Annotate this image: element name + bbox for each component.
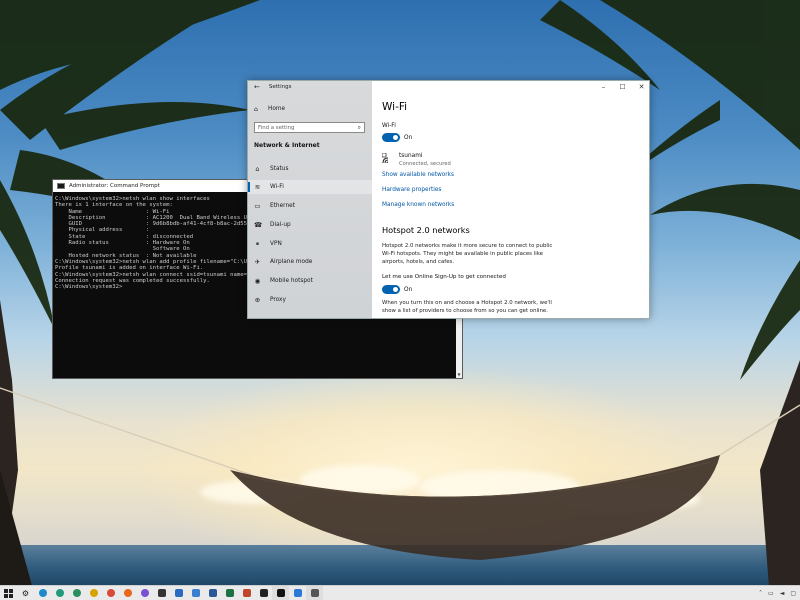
manage-known-networks-link[interactable]: Manage known networks bbox=[382, 202, 454, 208]
sidebar-item-label: Mobile hotspot bbox=[270, 278, 313, 284]
scroll-down-arrow-icon[interactable]: ▼ bbox=[456, 372, 462, 378]
tray-chevron-up-icon[interactable]: ˄ bbox=[759, 590, 762, 597]
sidebar-item-ethernet[interactable]: ▭ Ethernet bbox=[248, 199, 372, 213]
nav-section-heading: Network & Internet bbox=[254, 142, 320, 149]
wifi-icon: ≋ bbox=[254, 183, 261, 191]
sidebar-item-status[interactable]: ⌂ Status bbox=[248, 162, 372, 176]
back-arrow-icon[interactable]: ← bbox=[254, 81, 260, 93]
sidebar-item-proxy[interactable]: ⊕ Proxy bbox=[248, 293, 372, 307]
sidebar-item-label: Ethernet bbox=[270, 203, 295, 209]
status-icon: ⌂ bbox=[255, 165, 260, 173]
sidebar-item-label: Dial-up bbox=[270, 222, 291, 228]
tray-network-icon[interactable]: ▭ bbox=[768, 590, 774, 597]
settings-window[interactable]: ← Settings ⌂ Home Find a setting ⌕ Netwo… bbox=[247, 80, 650, 319]
online-signup-toggle[interactable] bbox=[382, 285, 400, 294]
taskbar-firefox-nightly-icon[interactable] bbox=[136, 586, 153, 600]
minimize-icon[interactable]: – bbox=[600, 83, 607, 91]
taskbar-paint-icon[interactable] bbox=[289, 586, 306, 600]
hardware-properties-link[interactable]: Hardware properties bbox=[382, 187, 441, 193]
wifi-secured-icon bbox=[382, 153, 389, 164]
taskbar-store-icon[interactable] bbox=[153, 586, 170, 600]
online-signup-label: Let me use Online Sign-Up to get connect… bbox=[382, 274, 506, 280]
settings-titlebar[interactable]: ← Settings bbox=[248, 81, 372, 93]
airplane-icon: ✈ bbox=[254, 258, 261, 266]
tray-volume-icon[interactable]: ◄ bbox=[780, 590, 785, 597]
taskbar-terminal-icon[interactable] bbox=[255, 586, 272, 600]
sidebar-item-label: Status bbox=[270, 166, 289, 172]
sidebar-item-airplane-mode[interactable]: ✈ Airplane mode bbox=[248, 255, 372, 269]
nav-home-label: Home bbox=[268, 106, 286, 112]
maximize-icon[interactable]: ☐ bbox=[619, 83, 626, 91]
taskbar-edge-icon[interactable] bbox=[34, 586, 51, 600]
taskbar-edge-dev-icon[interactable] bbox=[68, 586, 85, 600]
settings-content-pane: – ☐ ✕ Wi-Fi Wi-Fi On tsunami Connected, … bbox=[372, 81, 649, 318]
taskbar-edge-canary-icon[interactable] bbox=[85, 586, 102, 600]
proxy-icon: ⊕ bbox=[254, 296, 261, 304]
sidebar-item-mobile-hotspot[interactable]: ◉ Mobile hotspot bbox=[248, 274, 372, 288]
hotspot-icon: ◉ bbox=[254, 277, 261, 285]
taskbar-excel-icon[interactable] bbox=[221, 586, 238, 600]
wifi-toggle-label: Wi-Fi bbox=[382, 123, 396, 129]
nav-home[interactable]: ⌂ Home bbox=[248, 104, 372, 114]
dialup-icon: ☎ bbox=[254, 221, 263, 229]
window-controls: – ☐ ✕ bbox=[600, 81, 645, 93]
sidebar-item-dialup[interactable]: ☎ Dial-up bbox=[248, 218, 372, 232]
wifi-toggle[interactable] bbox=[382, 133, 400, 142]
hotspot-footer-text: When you turn this on and choose a Hotsp… bbox=[382, 300, 552, 314]
show-available-networks-link[interactable]: Show available networks bbox=[382, 172, 454, 178]
taskbar-chrome-icon[interactable] bbox=[102, 586, 119, 600]
tray-notifications-icon[interactable]: ▢ bbox=[790, 590, 796, 597]
close-icon[interactable]: ✕ bbox=[638, 83, 645, 91]
search-placeholder: Find a setting bbox=[258, 124, 295, 131]
sidebar-item-label: Wi-Fi bbox=[270, 184, 284, 190]
sidebar-item-vpn[interactable]: ⚭ VPN bbox=[248, 237, 372, 251]
taskbar-firefox-icon[interactable] bbox=[119, 586, 136, 600]
cmd-window-icon bbox=[57, 183, 65, 189]
taskbar-photos-icon[interactable] bbox=[187, 586, 204, 600]
sidebar-item-label: VPN bbox=[270, 241, 282, 247]
start-button[interactable] bbox=[0, 586, 17, 600]
sidebar-item-wifi[interactable]: ≋ Wi-Fi bbox=[248, 180, 372, 194]
find-setting-search-input[interactable]: Find a setting ⌕ bbox=[254, 122, 365, 133]
windows-logo-icon bbox=[4, 588, 13, 598]
taskbar-settings-icon[interactable] bbox=[306, 585, 323, 600]
search-icon[interactable]: ⚙ bbox=[17, 586, 34, 600]
online-signup-toggle-state: On bbox=[404, 287, 413, 293]
hotspot-description: Hotspot 2.0 networks make it more secure… bbox=[382, 243, 553, 265]
taskbar-powerpoint-icon[interactable] bbox=[238, 586, 255, 600]
sidebar-item-label: Airplane mode bbox=[270, 259, 313, 265]
vpn-icon: ⚭ bbox=[254, 240, 261, 248]
connected-network-name[interactable]: tsunami bbox=[399, 153, 422, 159]
ethernet-icon: ▭ bbox=[254, 202, 261, 210]
home-icon: ⌂ bbox=[254, 105, 258, 113]
taskbar-word-icon[interactable] bbox=[204, 586, 221, 600]
settings-nav-pane: ← Settings ⌂ Home Find a setting ⌕ Netwo… bbox=[248, 81, 372, 318]
search-icon[interactable]: ⌕ bbox=[358, 124, 361, 132]
sidebar-item-label: Proxy bbox=[270, 297, 286, 303]
taskbar-mail-icon[interactable] bbox=[170, 586, 187, 600]
toggle-knob bbox=[393, 287, 398, 292]
system-tray: ˄ ▭ ◄ ▢ bbox=[759, 586, 796, 600]
wifi-toggle-state: On bbox=[404, 135, 413, 141]
page-title: Wi-Fi bbox=[382, 101, 408, 113]
hotspot-section-title: Hotspot 2.0 networks bbox=[382, 225, 470, 235]
settings-window-title: Settings bbox=[268, 84, 292, 90]
taskbar-edge-beta-icon[interactable] bbox=[51, 586, 68, 600]
cmd-title: Administrator: Command Prompt bbox=[69, 183, 160, 189]
connected-network-status: Connected, secured bbox=[399, 161, 451, 167]
toggle-knob bbox=[393, 135, 398, 140]
taskbar-command-prompt-icon[interactable] bbox=[272, 585, 289, 600]
taskbar: ⚙ ˄ ▭ ◄ ▢ bbox=[0, 585, 800, 600]
